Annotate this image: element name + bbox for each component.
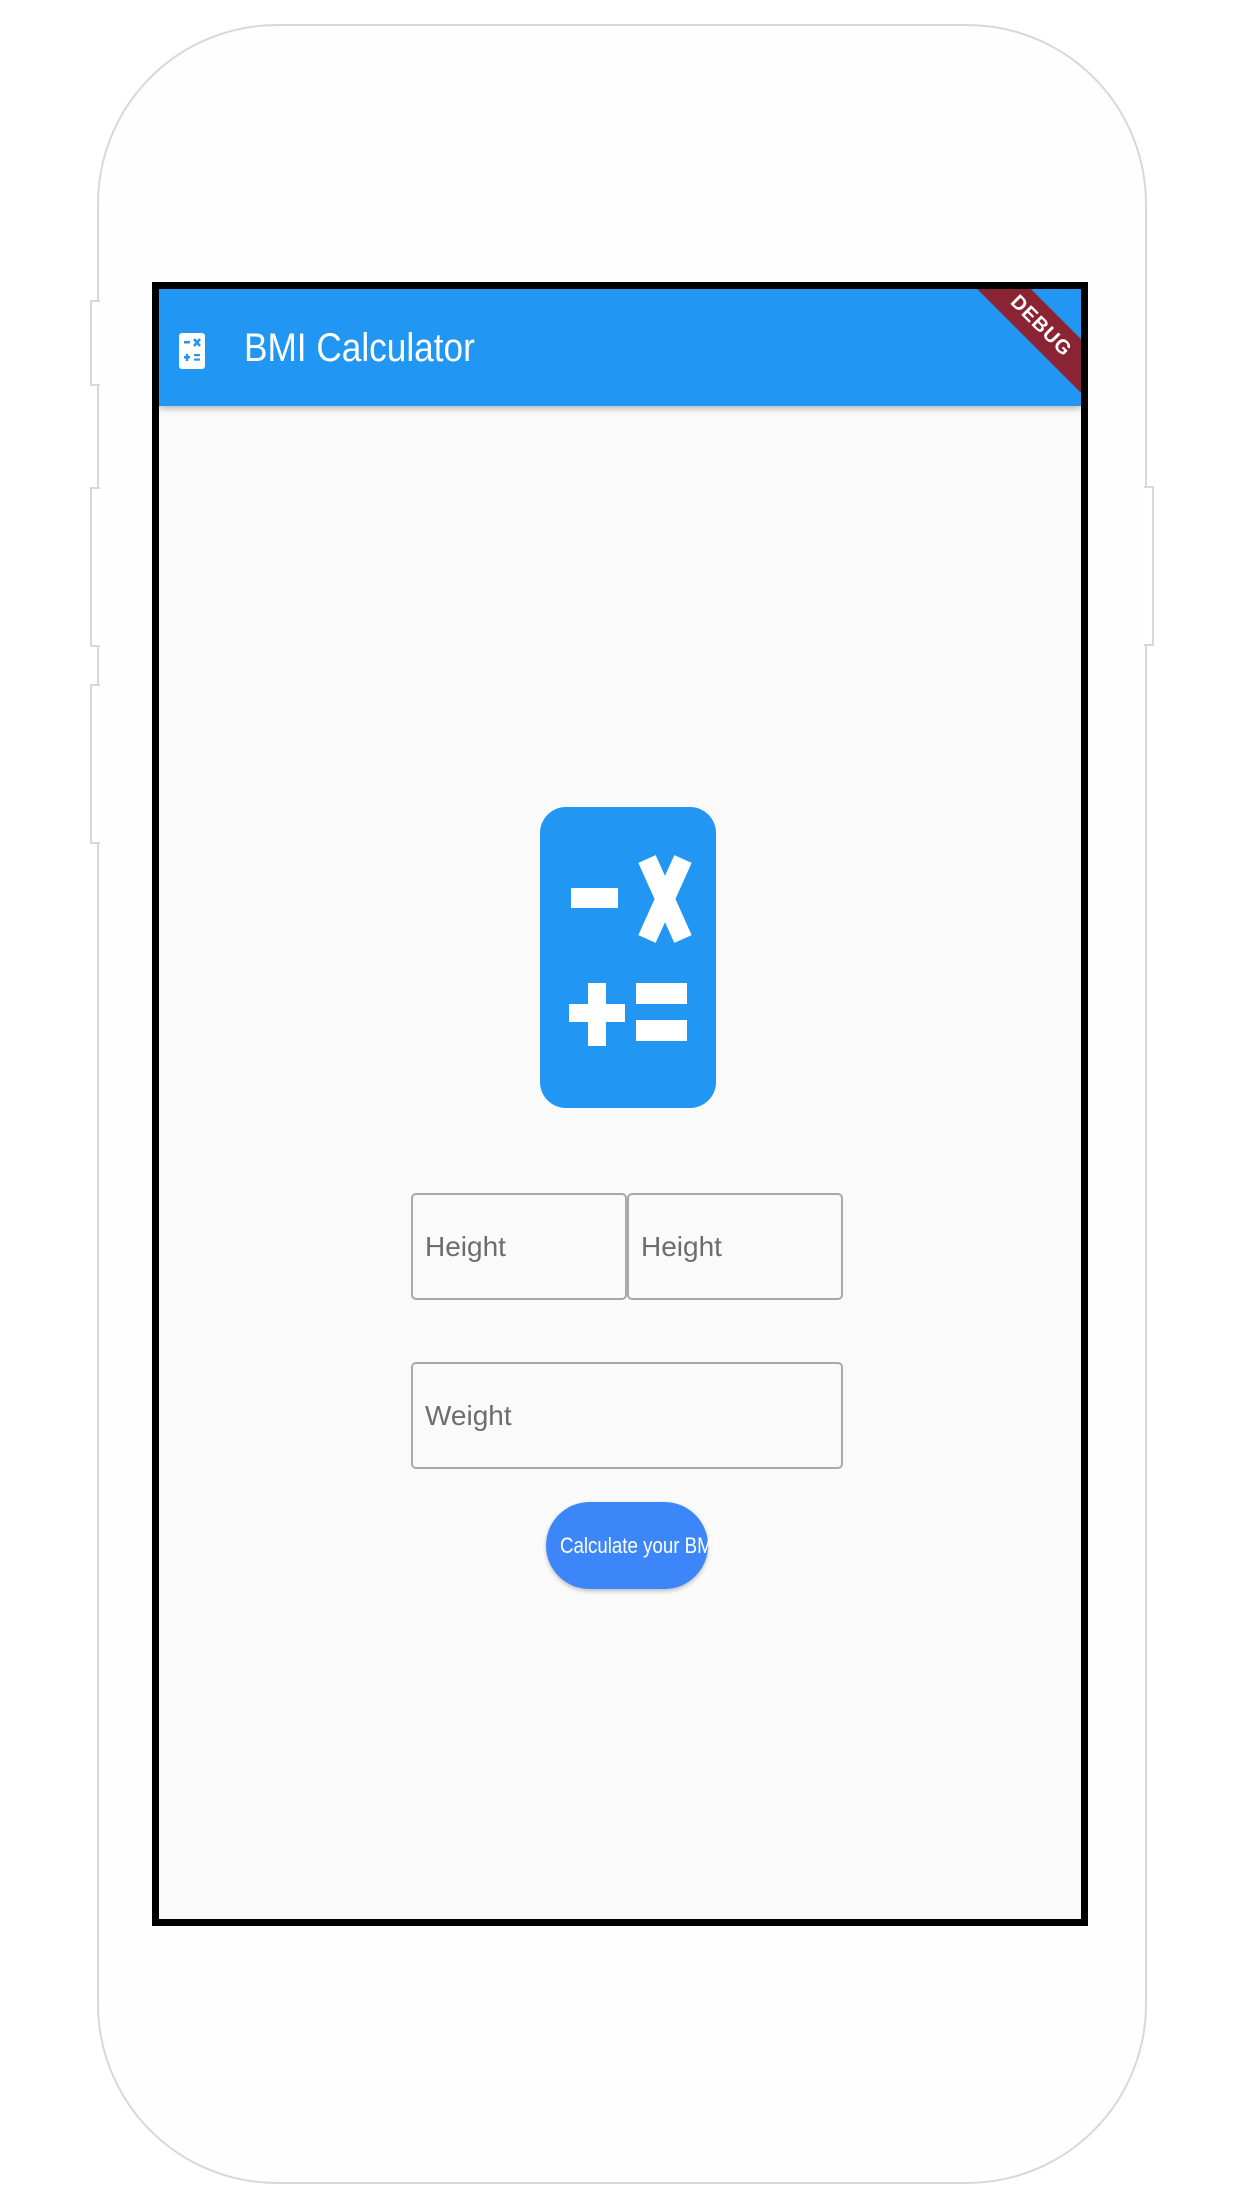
- app-screen: BMI Calculator DEBUG Calculate your BMI: [152, 282, 1088, 1926]
- calculator-icon: [540, 807, 716, 1108]
- volume-up-button: [90, 487, 100, 647]
- mute-switch: [90, 300, 100, 386]
- power-button: [1144, 486, 1154, 646]
- height-feet-field[interactable]: [411, 1193, 627, 1300]
- calculate-bmi-button[interactable]: Calculate your BMI: [546, 1502, 718, 1589]
- calculate-bmi-button-label: Calculate your BMI: [559, 1532, 718, 1558]
- volume-down-button: [90, 684, 100, 844]
- calculator-icon: [179, 333, 205, 369]
- height-inches-field[interactable]: [627, 1193, 843, 1300]
- app-bar: BMI Calculator DEBUG: [159, 289, 1081, 411]
- debug-banner: DEBUG: [956, 289, 1081, 411]
- weight-field[interactable]: [411, 1362, 843, 1469]
- app-title: BMI Calculator: [244, 326, 475, 370]
